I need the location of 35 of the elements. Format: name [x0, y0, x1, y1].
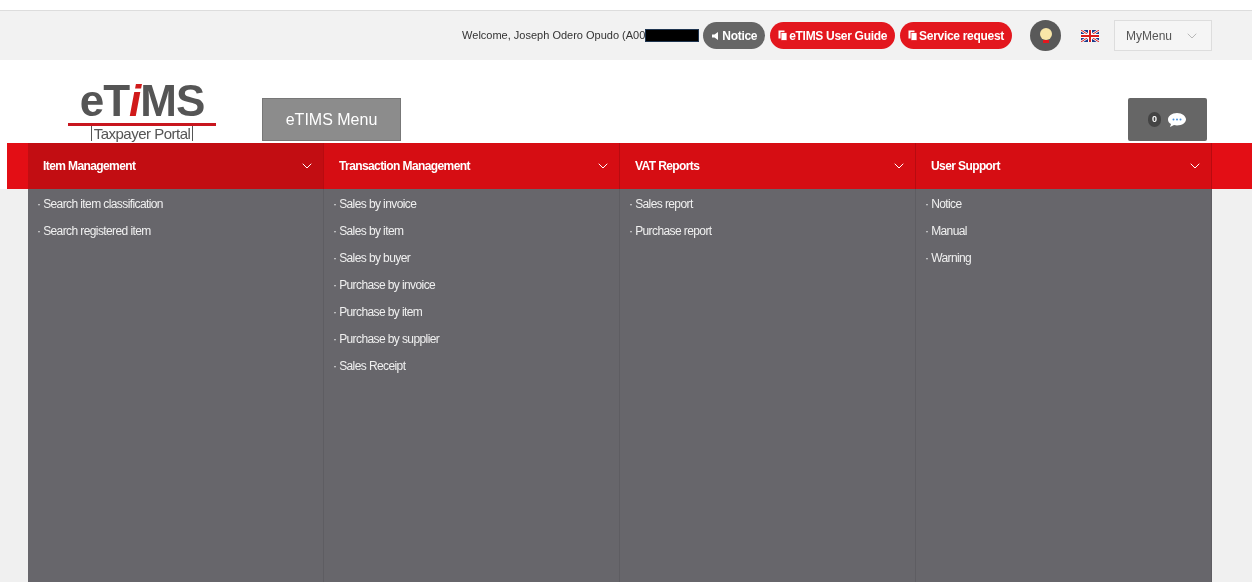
menu-link[interactable]: · Purchase by invoice	[333, 277, 436, 294]
menu-link[interactable]: · Sales by buyer	[333, 250, 411, 267]
logo-subtitle: Taxpayer Portal	[90, 126, 194, 141]
header-button[interactable]: eTIMS User Guide	[770, 22, 896, 49]
logo-title: eTiMS	[79, 79, 205, 123]
menu-link[interactable]: · Warning	[925, 250, 972, 267]
menu-link[interactable]: · Purchase by supplier	[333, 331, 440, 348]
menu-link[interactable]: · Sales Receipt	[333, 358, 406, 375]
menu-category-tab[interactable]: VAT Reports	[620, 143, 916, 189]
header-button[interactable]: Notice	[703, 22, 766, 49]
menu-link[interactable]: · Purchase report	[629, 223, 712, 240]
uk-flag-icon[interactable]	[1081, 29, 1099, 42]
menu-link[interactable]: · Notice	[925, 196, 962, 213]
messages-button[interactable]: 0	[1128, 98, 1207, 141]
etims-menu-button[interactable]: eTIMS Menu	[262, 98, 401, 141]
message-count: 0	[1148, 112, 1161, 127]
menu-category-tab[interactable]: Transaction Management	[324, 143, 620, 189]
header-button[interactable]: Service request	[900, 22, 1012, 49]
menu-link[interactable]: · Manual	[925, 223, 967, 240]
chat-bubble-icon	[1167, 111, 1187, 128]
mymenu-dropdown[interactable]: MyMenu	[1114, 20, 1212, 51]
menu-link[interactable]: · Purchase by item	[333, 304, 423, 321]
menu-link[interactable]: · Sales by invoice	[333, 196, 417, 213]
document-icon	[778, 30, 789, 41]
menu-link[interactable]: · Search registered item	[37, 223, 151, 240]
menu-bar-background	[7, 143, 28, 189]
menu-category-tab[interactable]: User Support	[916, 143, 1212, 189]
welcome-text: Welcome, Joseph Odero Opudo (A00	[462, 28, 646, 44]
menu-bar-background	[1212, 143, 1252, 189]
menu-category-tab[interactable]: Item Management	[28, 143, 324, 189]
document-icon	[908, 30, 919, 41]
menu-link[interactable]: · Search item classification	[37, 196, 163, 213]
menu-link[interactable]: · Sales by item	[333, 223, 404, 240]
menu-link[interactable]: · Sales report	[629, 196, 693, 213]
lightbulb-icon[interactable]	[1030, 20, 1061, 51]
